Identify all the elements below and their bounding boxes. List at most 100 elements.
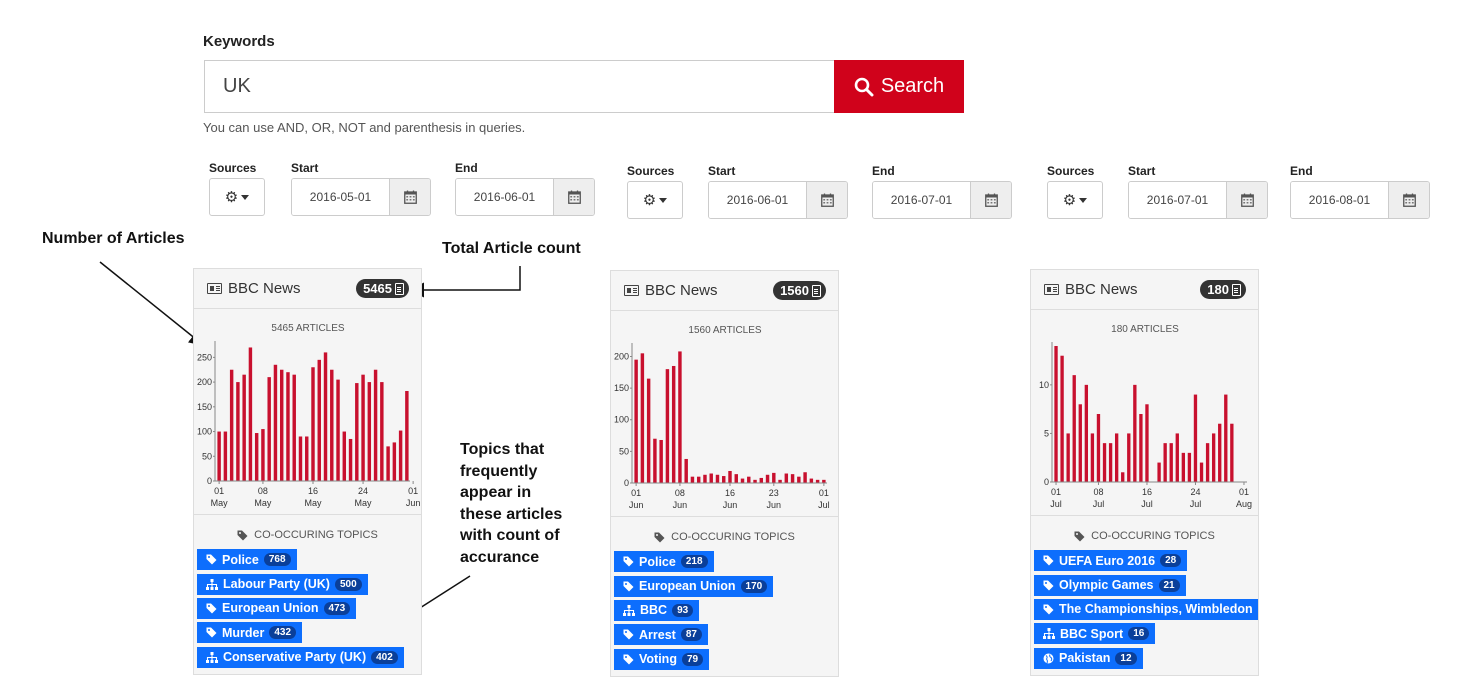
topic-count: 432 [269,626,297,640]
source-card: BBC News 5465 5465 ARTICLES 0 50 100 150 200 2… [193,268,422,675]
x-tick-label: 08 [1093,487,1103,497]
source-name: BBC News [645,282,718,299]
y-tick-label: 100 [197,427,212,437]
x-tick-label: May [355,498,373,508]
topic-label: Murder [222,625,265,640]
bar [671,365,676,483]
bar [392,442,397,481]
bar [1145,404,1149,482]
x-tick-label: May [304,498,322,508]
topic-list: UEFA Euro 2016 28 Olympic Games 21 The Champ… [1031,547,1258,669]
sitemap-icon [623,604,635,616]
x-tick-label: May [211,498,229,508]
x-tick-label: 01 [819,488,829,498]
bar [1108,443,1113,482]
topic-tag[interactable]: Olympic Games 21 [1034,574,1186,596]
bar [367,382,372,481]
source-card: BBC News 1560 1560 ARTICLES 0 50 100 150 200 0… [610,270,839,677]
tag-icon [237,530,248,540]
y-tick-label: 150 [614,383,629,393]
topic-count: 768 [263,553,291,567]
topic-label: European Union [639,579,736,594]
bar [273,364,278,481]
x-tick-label: Jul [1141,499,1153,509]
topic-tag[interactable]: Conservative Party (UK) 402 [197,646,404,668]
article-count: 1560 [780,283,809,298]
bar [223,431,228,481]
topic-label: Conservative Party (UK) [223,650,367,665]
bar [665,369,670,483]
x-tick-label: 16 [1142,487,1152,497]
document-icon [812,284,821,297]
tag-icon [206,627,217,638]
topic-count: 473 [323,601,351,615]
y-tick-label: 5 [1044,428,1049,438]
topic-tag[interactable]: Police 218 [614,551,714,573]
bar [1218,423,1222,482]
topic-tag[interactable]: European Union 170 [614,575,774,597]
card-header: BBC News 1560 [611,271,838,311]
topic-tag[interactable]: UEFA Euro 2016 28 [1034,550,1188,572]
topic-count: 20 [1257,602,1258,616]
y-tick-label: 0 [1044,477,1049,487]
bar [653,438,657,483]
article-chart: 180 ARTICLES 0 5 10 01 Jul 08 Jul 16 Jul 24 Jul 01 Au… [1031,310,1258,516]
tag-icon [1043,555,1054,566]
topic-tag[interactable]: Murder 432 [197,622,303,644]
topic-label: Police [222,552,259,567]
bar [803,472,807,483]
x-tick-label: Jun [629,500,644,510]
article-chart: 5465 ARTICLES 0 50 100 150 200 250 01 May 08 May 16… [194,309,421,515]
bar [1230,423,1234,482]
bar [722,476,726,483]
topic-tag[interactable]: European Union 473 [197,597,357,619]
bar [348,438,353,481]
tag-icon [206,554,217,565]
bar [1133,384,1137,482]
article-count-badge: 1560 [773,281,826,300]
x-tick-label: Jun [673,500,688,510]
bar [1205,443,1210,482]
x-tick-label: 08 [675,488,685,498]
y-tick-label: 150 [197,402,212,412]
topic-tag[interactable]: Pakistan 12 [1034,647,1143,669]
bar [784,473,789,483]
bar [398,430,403,481]
topic-count: 16 [1128,627,1150,641]
x-tick-label: 01 [1051,487,1061,497]
topic-count: 79 [681,652,704,666]
bar [361,374,365,481]
document-icon [395,282,404,295]
tag-icon [1043,604,1054,615]
topic-tag[interactable]: Police 768 [197,549,297,571]
topic-tag[interactable]: Voting 79 [614,648,710,670]
topic-label: Arrest [639,627,676,642]
bar [734,474,738,483]
x-tick-label: 24 [1190,487,1200,497]
tag-icon [1043,580,1054,591]
bar [715,474,720,483]
bar [261,429,265,481]
x-tick-label: Jul [1050,499,1062,509]
topic-list: Police 768 Labour Party (UK) 500 European Un… [194,546,421,668]
bar [684,458,688,483]
topic-count: 93 [672,603,694,617]
bar [659,439,663,483]
x-tick-label: 23 [769,488,779,498]
bar [1102,443,1107,482]
newspaper-icon [1044,284,1059,295]
bar [1090,433,1095,482]
topic-tag[interactable]: BBC 93 [614,599,700,621]
topic-tag[interactable]: BBC Sport 16 [1034,623,1156,645]
topic-label: BBC Sport [1060,626,1124,641]
topic-tag[interactable]: Arrest 87 [614,624,708,646]
article-count: 180 [1207,282,1229,297]
bar [1224,394,1228,482]
topic-tag[interactable]: The Championships, Wimbledon 20 [1034,598,1258,620]
topic-label: Labour Party (UK) [223,577,330,592]
bar [797,476,801,483]
card-header: BBC News 5465 [194,269,421,309]
topic-tag[interactable]: Labour Party (UK) 500 [197,573,368,595]
sitemap-icon [1043,628,1055,640]
y-tick-label: 100 [614,415,629,425]
